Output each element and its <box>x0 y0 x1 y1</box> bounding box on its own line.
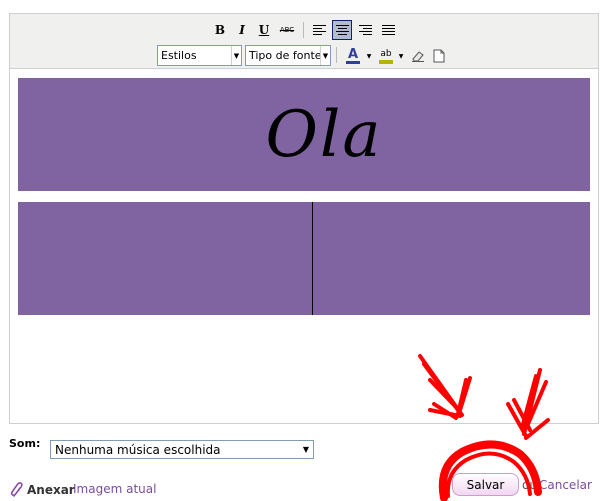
sound-select[interactable]: Nenhuma música escolhida ▼ <box>50 440 314 459</box>
align-left-icon <box>312 25 326 35</box>
underline-button[interactable]: U <box>254 20 274 40</box>
column-divider <box>312 202 313 315</box>
eraser-icon <box>412 51 424 62</box>
document-icon <box>433 49 445 63</box>
editor-content-area[interactable]: Ola <box>10 70 598 423</box>
editor-toolbar: B I U ABC Estilos ▼ Tipo de fonte ▼ A ▼ … <box>10 14 598 69</box>
styles-select[interactable]: Estilos ▼ <box>157 45 242 66</box>
font-color-dropdown[interactable]: ▼ <box>365 46 373 66</box>
font-select-value: Tipo de fonte <box>249 49 322 62</box>
highlight-button[interactable]: ab <box>374 46 398 66</box>
new-document-button[interactable] <box>429 46 449 66</box>
chevron-down-icon: ▼ <box>302 445 309 454</box>
banner-block: Ola <box>18 78 590 191</box>
font-select[interactable]: Tipo de fonte ▼ <box>245 45 331 66</box>
align-center-icon <box>335 25 349 35</box>
align-left-button[interactable] <box>309 20 329 40</box>
attach-label: Anexar <box>27 483 75 497</box>
font-color-swatch <box>346 61 360 64</box>
rich-text-editor: B I U ABC Estilos ▼ Tipo de fonte ▼ A ▼ … <box>9 13 599 424</box>
bold-button[interactable]: B <box>210 20 230 40</box>
highlight-swatch <box>379 59 393 64</box>
attach-button[interactable]: Anexar <box>10 482 75 498</box>
toolbar-separator <box>303 22 304 38</box>
highlight-dropdown[interactable]: ▼ <box>397 46 405 66</box>
font-color-button[interactable]: A <box>341 46 365 66</box>
align-justify-icon <box>381 25 395 35</box>
align-right-icon <box>358 25 372 35</box>
align-justify-button[interactable] <box>378 20 398 40</box>
paperclip-icon <box>10 482 23 497</box>
align-right-button[interactable] <box>355 20 375 40</box>
toolbar-separator <box>336 47 337 63</box>
strikethrough-button[interactable]: ABC <box>277 20 297 40</box>
sound-select-value: Nenhuma música escolhida <box>55 442 221 457</box>
align-center-button[interactable] <box>332 20 352 40</box>
current-image-link[interactable]: Imagem atual <box>73 482 156 496</box>
font-color-icon: A <box>347 47 359 62</box>
chevron-down-icon: ▼ <box>231 46 241 65</box>
highlight-icon: ab <box>380 48 392 59</box>
eraser-button[interactable] <box>408 46 428 66</box>
or-text: ou <box>522 478 537 492</box>
italic-button[interactable]: I <box>232 20 252 40</box>
styles-select-value: Estilos <box>161 49 197 62</box>
save-button[interactable]: Salvar <box>452 473 519 496</box>
banner-title: Ola <box>265 97 383 172</box>
chevron-down-icon: ▼ <box>320 46 330 65</box>
two-column-block <box>18 202 590 315</box>
cancel-link[interactable]: Cancelar <box>539 478 592 492</box>
sound-label: Som: <box>9 437 41 450</box>
